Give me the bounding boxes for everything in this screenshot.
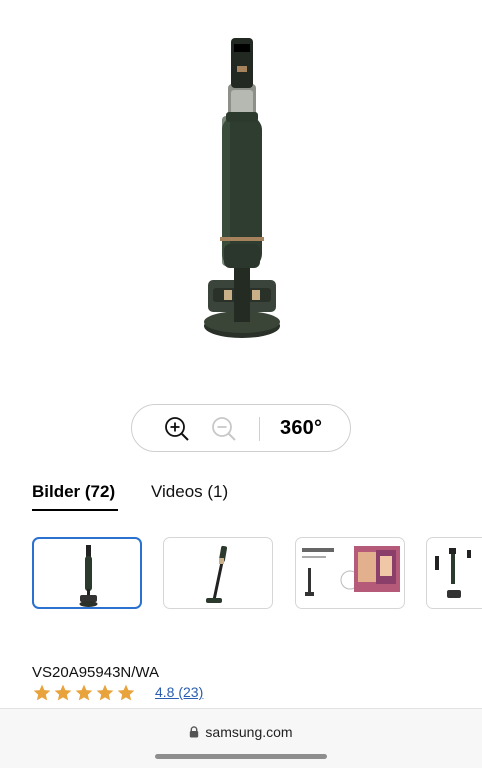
vacuum-cleaner-illustration: [204, 38, 280, 338]
tab-videos[interactable]: Videos (1): [151, 482, 228, 502]
product-hero-image[interactable]: [0, 0, 482, 390]
view-360-button[interactable]: 360°: [280, 417, 322, 440]
tab-images-label: Bilder (72): [32, 482, 116, 501]
review-count: (23): [178, 684, 204, 700]
thumbnail-accessories-image: [435, 548, 471, 598]
rating-value: 4.8: [155, 684, 175, 700]
url-domain: samsung.com: [205, 724, 293, 740]
product-rating: 4.8 (23): [32, 682, 203, 704]
home-indicator[interactable]: [155, 754, 327, 759]
star-icon: [33, 684, 51, 701]
thumbnail-1[interactable]: [32, 537, 142, 609]
browser-address-bar[interactable]: samsung.com: [0, 708, 482, 768]
active-tab-underline: [32, 509, 118, 511]
rating-reviews-link[interactable]: 4.8 (23): [155, 684, 203, 700]
zoom-in-button[interactable]: [163, 415, 191, 443]
thumbnail-vacuum-station-image: [79, 545, 98, 607]
zoom-control-bar: 360°: [131, 404, 351, 452]
tab-videos-label: Videos (1): [151, 482, 229, 501]
thumbnail-4[interactable]: [426, 537, 482, 609]
address-bar-url[interactable]: samsung.com: [0, 724, 482, 740]
zoom-in-icon: [165, 417, 189, 441]
thumbnail-2[interactable]: [163, 537, 273, 609]
product-model-number: VS20A95943N/WA: [32, 664, 160, 681]
thumbnail-3[interactable]: [295, 537, 405, 609]
thumbnail-strip: [0, 537, 482, 611]
thumbnail-vacuum-stick-image: [206, 545, 228, 603]
rating-stars: [32, 683, 137, 703]
lock-icon: [190, 726, 199, 738]
star-icon: [75, 684, 93, 701]
star-icon: [54, 684, 72, 701]
zoom-divider: [259, 417, 260, 441]
zoom-out-icon: [212, 417, 236, 441]
tab-images[interactable]: Bilder (72): [32, 482, 118, 511]
thumbnail-promo-image: [302, 546, 400, 596]
star-icon: [117, 684, 135, 701]
star-icon: [96, 684, 114, 701]
zoom-out-button[interactable]: [210, 415, 238, 443]
